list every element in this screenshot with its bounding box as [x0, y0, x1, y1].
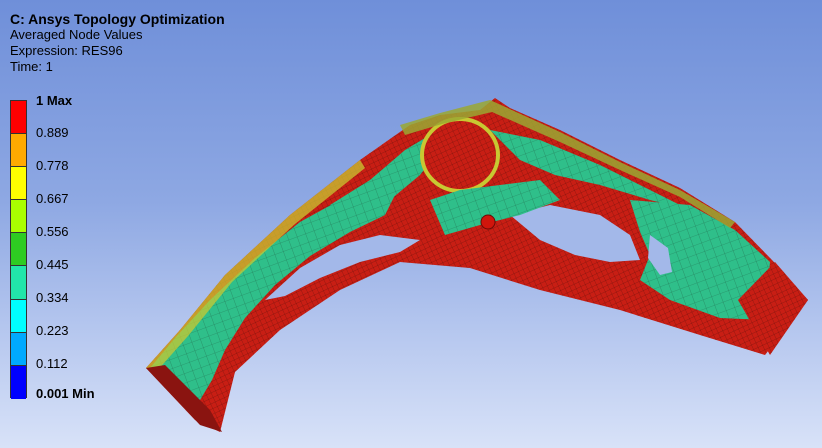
bracket-model[interactable] [146, 98, 808, 432]
load-point-marker [480, 214, 496, 230]
model-viewport[interactable] [0, 0, 822, 448]
